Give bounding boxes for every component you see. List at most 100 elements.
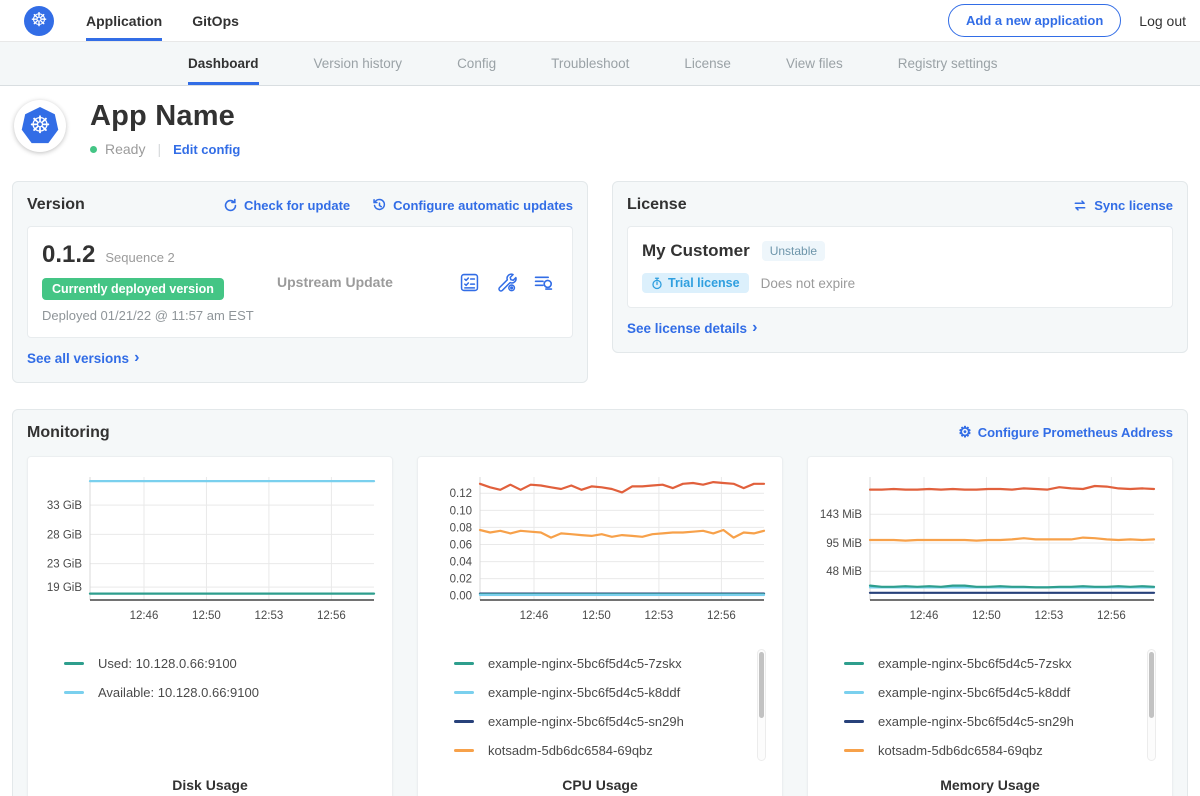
legend-label: example-nginx-5bc6f5d4c5-sn29h bbox=[878, 714, 1074, 729]
svg-text:28 GiB: 28 GiB bbox=[47, 529, 82, 541]
check-for-update-link[interactable]: Check for update bbox=[223, 198, 350, 213]
top-nav: ☸ Application GitOps Add a new applicatio… bbox=[0, 0, 1200, 42]
legend-label: Available: 10.128.0.66:9100 bbox=[98, 685, 259, 700]
svg-text:12:56: 12:56 bbox=[317, 610, 346, 622]
legend-label: kotsadm-5db6dc6584-69qbz bbox=[488, 743, 653, 758]
svg-text:12:53: 12:53 bbox=[645, 610, 674, 622]
svg-text:12:50: 12:50 bbox=[972, 610, 1001, 622]
tab-registry-settings[interactable]: Registry settings bbox=[898, 42, 998, 85]
svg-text:0.12: 0.12 bbox=[450, 488, 472, 500]
charts-row: 33 GiB28 GiB23 GiB19 GiB12:4612:5012:531… bbox=[27, 456, 1173, 796]
tab-view-files[interactable]: View files bbox=[786, 42, 843, 85]
expiry-text: Does not expire bbox=[761, 276, 856, 291]
chart-title: Disk Usage bbox=[34, 777, 386, 793]
topnav-item-gitops[interactable]: GitOps bbox=[192, 0, 239, 41]
cpu-usage-legend: example-nginx-5bc6f5d4c5-7zskx example-ng… bbox=[454, 649, 776, 767]
cpu-usage-chart: 0.120.100.080.060.040.020.0012:4612:5012… bbox=[424, 467, 776, 635]
svg-text:12:46: 12:46 bbox=[910, 610, 939, 622]
legend-item: example-nginx-5bc6f5d4c5-7zskx bbox=[844, 649, 1166, 678]
tab-license[interactable]: License bbox=[684, 42, 731, 85]
svg-text:0.00: 0.00 bbox=[450, 590, 472, 602]
license-card: License Sync license My Customer Unstabl… bbox=[612, 181, 1188, 353]
legend-item: example-nginx-5bc6f5d4c5-sn29h bbox=[844, 707, 1166, 736]
license-details-box: My Customer Unstable Trial license Does … bbox=[627, 226, 1173, 308]
legend-label: example-nginx-5bc6f5d4c5-7zskx bbox=[488, 656, 682, 671]
memory-usage-chart-card: 143 MiB 95 MiB 48 MiB 12:46 12:50 12:53 12:56 e… bbox=[807, 456, 1173, 796]
legend-label: example-nginx-5bc6f5d4c5-7zskx bbox=[878, 656, 1072, 671]
page-title: App Name bbox=[90, 100, 240, 133]
svg-text:12:53: 12:53 bbox=[1035, 610, 1064, 622]
legend-line-swatch bbox=[844, 662, 864, 665]
chart-title: Memory Usage bbox=[814, 777, 1166, 793]
stopwatch-icon bbox=[651, 277, 663, 290]
svg-text:12:53: 12:53 bbox=[255, 610, 284, 622]
legend-line-swatch bbox=[844, 720, 864, 723]
svg-text:12:56: 12:56 bbox=[707, 610, 736, 622]
svg-text:12:50: 12:50 bbox=[192, 610, 221, 622]
legend-item: kotsadm-5db6dc6584-69qbz bbox=[844, 736, 1166, 765]
legend-scrollbar-thumb[interactable] bbox=[1149, 652, 1154, 718]
svg-text:0.10: 0.10 bbox=[450, 505, 472, 517]
refresh-icon bbox=[223, 198, 238, 213]
view-logs-icon[interactable] bbox=[533, 272, 554, 293]
version-card: Version Check for update bbox=[12, 181, 588, 383]
configure-prometheus-link[interactable]: ⚙ Configure Prometheus Address bbox=[958, 425, 1173, 440]
app-header: ☸ App Name Ready | Edit config bbox=[0, 86, 1200, 173]
gear-icon: ⚙ bbox=[958, 425, 971, 440]
deployed-timestamp: Deployed 01/21/22 @ 11:57 am EST bbox=[42, 308, 277, 323]
svg-text:95 MiB: 95 MiB bbox=[826, 538, 862, 550]
svg-text:0.02: 0.02 bbox=[450, 573, 472, 585]
memory-usage-chart: 143 MiB 95 MiB 48 MiB 12:46 12:50 12:53 12:56 bbox=[814, 467, 1166, 635]
brand: ☸ bbox=[24, 0, 54, 41]
edit-config-link[interactable]: Edit config bbox=[173, 142, 240, 157]
legend-item: example-nginx-5bc6f5d4c5-k8ddf bbox=[844, 678, 1166, 707]
license-type-badge: Trial license bbox=[642, 273, 749, 293]
configure-automatic-updates-link[interactable]: Configure automatic updates bbox=[372, 198, 573, 213]
svg-text:143 MiB: 143 MiB bbox=[820, 509, 863, 521]
topnav-item-application[interactable]: Application bbox=[86, 0, 162, 41]
legend-scrollbar-thumb[interactable] bbox=[759, 652, 764, 718]
sync-license-link[interactable]: Sync license bbox=[1072, 198, 1173, 213]
tab-troubleshoot[interactable]: Troubleshoot bbox=[551, 42, 629, 85]
see-license-details-link[interactable]: See license details › bbox=[627, 320, 757, 336]
see-all-versions-link[interactable]: See all versions › bbox=[27, 350, 139, 366]
version-source-label: Upstream Update bbox=[277, 274, 459, 290]
legend-item: Used: 10.128.0.66:9100 bbox=[64, 649, 386, 678]
legend-line-swatch bbox=[64, 662, 84, 665]
logout-button[interactable]: Log out bbox=[1139, 13, 1186, 29]
current-version-box: 0.1.2 Sequence 2 Currently deployed vers… bbox=[27, 226, 573, 338]
customer-name: My Customer bbox=[642, 241, 750, 261]
sync-arrows-icon bbox=[1072, 198, 1088, 213]
svg-text:23 GiB: 23 GiB bbox=[47, 558, 82, 570]
add-application-button[interactable]: Add a new application bbox=[948, 4, 1121, 37]
svg-text:48 MiB: 48 MiB bbox=[826, 566, 862, 578]
disk-usage-chart-card: 33 GiB28 GiB23 GiB19 GiB12:4612:5012:531… bbox=[27, 456, 393, 796]
monitoring-title: Monitoring bbox=[27, 424, 110, 442]
legend-label: kotsadm-5db6dc6584-69qbz bbox=[878, 743, 1043, 758]
chevron-right-icon: › bbox=[134, 350, 139, 366]
disk-usage-legend: Used: 10.128.0.66:9100 Available: 10.128.… bbox=[64, 649, 386, 767]
cpu-usage-chart-card: 0.120.100.080.060.040.020.0012:4612:5012… bbox=[417, 456, 783, 796]
release-notes-icon[interactable] bbox=[459, 272, 480, 293]
svg-text:12:56: 12:56 bbox=[1097, 610, 1126, 622]
tab-dashboard[interactable]: Dashboard bbox=[188, 42, 259, 85]
legend-scrollbar[interactable] bbox=[1147, 649, 1156, 761]
legend-line-swatch bbox=[454, 691, 474, 694]
sequence-label: Sequence 2 bbox=[105, 250, 174, 265]
clock-history-icon bbox=[372, 198, 387, 213]
config-wrench-icon[interactable] bbox=[496, 272, 517, 293]
channel-badge: Unstable bbox=[762, 241, 825, 261]
legend-line-swatch bbox=[454, 749, 474, 752]
deployed-badge: Currently deployed version bbox=[42, 278, 224, 300]
disk-usage-chart: 33 GiB28 GiB23 GiB19 GiB12:4612:5012:531… bbox=[34, 467, 386, 635]
topnav-items: Application GitOps bbox=[86, 0, 239, 41]
svg-text:0.06: 0.06 bbox=[450, 539, 472, 551]
svg-text:0.04: 0.04 bbox=[450, 556, 473, 568]
tab-config[interactable]: Config bbox=[457, 42, 496, 85]
tab-version-history[interactable]: Version history bbox=[314, 42, 403, 85]
legend-scrollbar[interactable] bbox=[757, 649, 766, 761]
legend-label: Used: 10.128.0.66:9100 bbox=[98, 656, 237, 671]
chevron-right-icon: › bbox=[752, 320, 757, 336]
legend-line-swatch bbox=[454, 662, 474, 665]
legend-item: example-nginx-5bc6f5d4c5-k8ddf bbox=[454, 678, 776, 707]
